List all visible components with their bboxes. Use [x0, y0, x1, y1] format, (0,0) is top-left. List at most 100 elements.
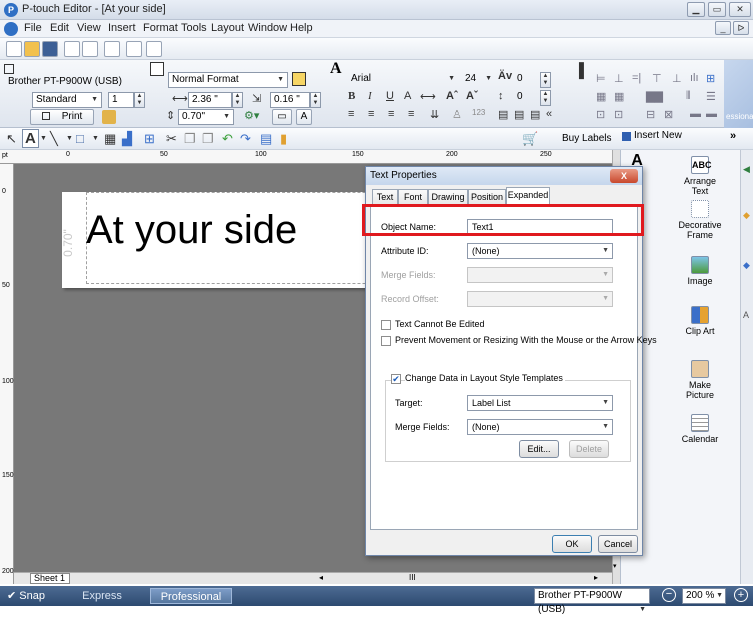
layout-list-icon[interactable]: [146, 41, 162, 57]
menu-file[interactable]: File: [24, 22, 42, 34]
tape-color-icon[interactable]: [292, 72, 306, 86]
same-height-icon[interactable]: ▦: [614, 90, 624, 103]
vertical-text-icon[interactable]: ⇊: [430, 108, 439, 121]
justify-icon[interactable]: ≡: [408, 108, 414, 120]
open-icon[interactable]: [24, 41, 40, 57]
tab-text[interactable]: Text: [372, 189, 398, 205]
target-select[interactable]: Label List ▼: [467, 395, 613, 411]
mode-express[interactable]: Express: [72, 588, 132, 604]
make-picture-item[interactable]: Make Picture: [676, 360, 724, 400]
text-top-icon[interactable]: ▤: [498, 108, 508, 121]
properties-icon[interactable]: ▤: [260, 131, 272, 147]
distribute-icon[interactable]: ⊞: [706, 72, 715, 85]
tab-font[interactable]: Font: [398, 189, 428, 205]
rectangle-tool-icon[interactable]: □: [76, 131, 84, 146]
scroll-left-icon[interactable]: ◂: [319, 573, 323, 582]
menu-tools[interactable]: Tools: [181, 22, 207, 34]
align-objects-bottom-icon[interactable]: ılı: [690, 72, 699, 84]
menu-window[interactable]: Window: [248, 22, 287, 34]
align-objects-middle-icon[interactable]: ⊥: [672, 72, 682, 85]
close-window-icon[interactable]: ✕: [729, 2, 751, 17]
same-width-icon[interactable]: ▦: [596, 90, 606, 103]
space-horizontal-icon[interactable]: ⫴: [686, 90, 691, 103]
font-select[interactable]: Arial ▼: [348, 72, 458, 88]
width-input[interactable]: 2.36 ": [188, 92, 232, 108]
frame-fit-icon[interactable]: ▭: [272, 109, 292, 125]
buy-labels-link[interactable]: Buy Labels: [562, 133, 611, 144]
image-item[interactable]: Image: [676, 256, 724, 286]
text-middle-icon[interactable]: ▤: [514, 108, 524, 121]
align-right-icon[interactable]: ≡: [388, 108, 394, 120]
clip-art-item[interactable]: Clip Art: [676, 306, 724, 336]
decorative-frame-item[interactable]: Decorative Frame: [676, 200, 724, 240]
quality-select[interactable]: Standard ▼: [32, 92, 102, 108]
scroll-thumb[interactable]: III: [409, 573, 416, 582]
text-bottom-icon[interactable]: ▤: [530, 108, 540, 121]
scroll-right-icon[interactable]: ▸: [594, 573, 598, 582]
char-spacing-input[interactable]: 0: [514, 72, 538, 88]
cancel-button[interactable]: Cancel: [598, 535, 638, 553]
menu-layout[interactable]: Layout: [211, 22, 244, 34]
text-fit-icon[interactable]: A: [296, 109, 312, 125]
align-objects-left-icon[interactable]: ⊨: [596, 72, 606, 85]
database-icon[interactable]: [104, 41, 120, 57]
doc-icon[interactable]: [4, 22, 18, 36]
line-spacing-input[interactable]: 0: [514, 90, 538, 106]
align-objects-top-icon[interactable]: ⊤: [652, 72, 662, 85]
label-text-object[interactable]: At your side: [86, 208, 297, 253]
outline-icon[interactable]: A: [404, 90, 411, 102]
text-effect-icon[interactable]: ♙: [452, 108, 462, 121]
menu-insert[interactable]: Insert: [108, 22, 136, 34]
print-icon[interactable]: [64, 41, 80, 57]
sheet-tab[interactable]: Sheet 1: [30, 573, 70, 584]
tab-drawing[interactable]: Drawing: [428, 189, 468, 205]
doc-restore-icon[interactable]: _: [715, 21, 731, 35]
print-options-icon[interactable]: [102, 110, 116, 124]
flip-icon[interactable]: ▬: [706, 108, 717, 120]
align-center-icon[interactable]: ≡: [368, 108, 374, 120]
barcode-tool-icon[interactable]: ▟: [122, 131, 132, 147]
order-front-icon[interactable]: ⊡: [596, 108, 605, 121]
dialog-close-icon[interactable]: X: [610, 169, 638, 183]
calendar-item[interactable]: Calendar: [676, 414, 724, 444]
align-objects-center-icon[interactable]: ⊥: [614, 72, 624, 85]
attribute-id-select[interactable]: (None) ▼: [467, 243, 613, 259]
edit-button[interactable]: Edit...: [519, 440, 559, 458]
panel-more-icon[interactable]: »: [730, 130, 736, 142]
redo-icon[interactable]: ↷: [240, 131, 251, 147]
print-button[interactable]: Print: [30, 109, 94, 125]
rectangle-tool-dropdown-icon[interactable]: ▼: [92, 135, 99, 142]
ok-button[interactable]: OK: [552, 535, 592, 553]
tape-width-select[interactable]: 0.70" ▼: [178, 109, 234, 125]
grow-font-icon[interactable]: Aˆ: [446, 90, 458, 102]
change-data-checkbox[interactable]: ✔: [391, 374, 401, 384]
arrange-text-item[interactable]: ABC Arrange Text: [676, 156, 724, 196]
length-spinner[interactable]: ▲ ▼: [310, 92, 321, 108]
text-tool-dropdown-icon[interactable]: ▼: [40, 135, 47, 142]
font-size-select[interactable]: 24 ▼: [462, 72, 494, 88]
italic-icon[interactable]: I: [368, 90, 372, 102]
scroll-down-icon[interactable]: ▾: [613, 562, 617, 570]
database-tool-icon[interactable]: ▮: [280, 131, 287, 147]
merge-fields2-select[interactable]: (None) ▼: [467, 419, 613, 435]
shopping-cart-icon[interactable]: 🛒: [522, 131, 538, 147]
menu-format[interactable]: Format: [143, 22, 178, 34]
save-icon[interactable]: [42, 41, 58, 57]
zoom-select[interactable]: 200 % ▼: [682, 588, 726, 604]
align-objects-right-icon[interactable]: =|: [632, 72, 641, 84]
copy-icon[interactable]: ❐: [184, 131, 196, 147]
zoom-out-icon[interactable]: −: [662, 588, 676, 602]
menu-edit[interactable]: Edit: [50, 22, 69, 34]
char-spacing-spinner[interactable]: ▲ ▼: [540, 72, 551, 88]
menu-view[interactable]: View: [77, 22, 101, 34]
mode-professional[interactable]: Professional: [150, 588, 232, 604]
print-preview-icon[interactable]: [82, 41, 98, 57]
align-left-icon[interactable]: ≡: [348, 108, 354, 120]
length-input[interactable]: 0.16 ": [270, 92, 310, 108]
numbering-icon[interactable]: 123: [472, 108, 485, 117]
line-tool-icon[interactable]: ╲: [50, 131, 58, 147]
format-select[interactable]: Normal Format ▼: [168, 72, 288, 88]
table-tool-icon[interactable]: ▦: [104, 131, 116, 147]
select-arrow-icon[interactable]: ↖: [6, 131, 17, 147]
horizontal-scrollbar[interactable]: ◂ III ▸: [14, 572, 612, 584]
